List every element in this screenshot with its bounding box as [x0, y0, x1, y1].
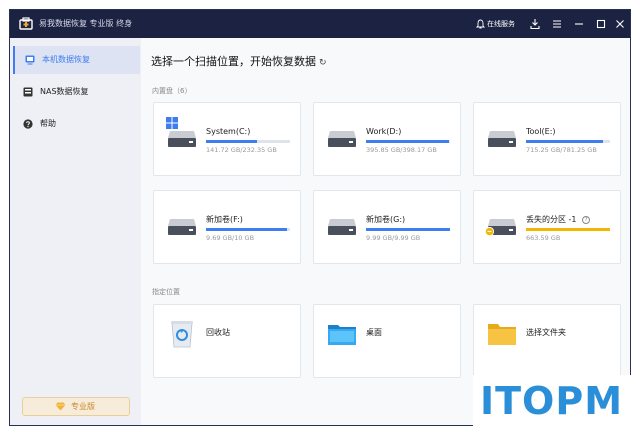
drive-name: Tool(E:) [526, 127, 556, 136]
pro-edition-button[interactable]: 专业版 [22, 397, 130, 416]
location-name: 回收站 [206, 328, 230, 337]
drive-usage-fill [526, 228, 610, 231]
drive-size: 395.85 GB/398.17 GB [366, 146, 437, 154]
minimize-icon[interactable] [572, 17, 586, 31]
app-logo-icon [19, 17, 33, 30]
diamond-icon [55, 402, 66, 411]
pro-edition-label: 专业版 [71, 402, 95, 411]
drive-card-c[interactable]: System(C:) 141.72 GB/232.35 GB [153, 102, 301, 176]
app-window: 易我数据恢复 专业版 终身 在线服务 本机数据恢复 NAS数据恢复 帮助 专业版… [9, 9, 631, 426]
drive-card-g[interactable]: 新加卷(G:) 9.99 GB/9.99 GB [313, 190, 461, 264]
pc-icon [25, 55, 35, 65]
location-name: 选择文件夹 [526, 328, 566, 337]
sidebar-item-nas-recovery[interactable]: NAS数据恢复 [13, 78, 140, 106]
location-card-recycle-bin[interactable]: 回收站 [153, 304, 301, 378]
folder-icon [488, 324, 516, 345]
refresh-icon[interactable]: ↻ [319, 55, 327, 71]
maximize-icon[interactable] [594, 17, 608, 31]
drive-usage-fill [206, 228, 288, 231]
drive-size: 9.69 GB/10 GB [206, 234, 255, 242]
location-card-select-folder[interactable]: 选择文件夹 [473, 304, 621, 378]
drive-usage-fill [526, 140, 604, 143]
watermark-text: ITOPM [480, 379, 624, 423]
menu-icon[interactable] [550, 17, 564, 31]
drive-usage-bar [526, 140, 610, 143]
hard-drive-icon [328, 131, 356, 147]
sidebar-item-label: 帮助 [40, 119, 56, 128]
drive-usage-fill [366, 140, 450, 143]
watermark: ITOPM [473, 375, 631, 429]
drive-name: 新加卷(G:) [366, 215, 406, 224]
drive-name: Work(D:) [366, 127, 402, 136]
drive-usage-bar [206, 140, 290, 143]
sidebar-item-help[interactable]: 帮助 [13, 110, 140, 138]
location-name: 桌面 [366, 328, 382, 337]
sidebar-item-label: 本机数据恢复 [42, 55, 90, 64]
windows-icon [166, 117, 178, 129]
drive-size: 9.99 GB/9.99 GB [366, 234, 421, 242]
drive-name: 丢失的分区 -1 ? [526, 214, 591, 226]
hard-drive-icon [168, 131, 196, 147]
online-service-link[interactable]: 在线服务 [487, 16, 515, 32]
hard-drive-icon [488, 131, 516, 147]
drive-name: 新加卷(F:) [206, 215, 243, 224]
download-icon[interactable] [528, 17, 542, 31]
main-panel: 选择一个扫描位置，开始恢复数据 ↻ 内置盘（6） System(C:) 141.7… [141, 38, 630, 425]
sidebar: 本机数据恢复 NAS数据恢复 帮助 专业版 [10, 38, 141, 425]
drive-size: 715.25 GB/781.25 GB [526, 146, 597, 154]
drive-card-lost-partition[interactable]: 丢失的分区 -1 ? 663.59 GB [473, 190, 621, 264]
close-icon[interactable] [613, 17, 627, 31]
sidebar-item-local-recovery[interactable]: 本机数据恢复 [13, 46, 140, 74]
internal-disks-label: 内置盘（6） [152, 87, 192, 95]
drive-name: System(C:) [206, 127, 251, 136]
help-icon[interactable]: ? [582, 216, 591, 224]
drive-card-f[interactable]: 新加卷(F:) 9.69 GB/10 GB [153, 190, 301, 264]
specified-locations-label: 指定位置 [152, 288, 180, 296]
drive-size: 141.72 GB/232.35 GB [206, 146, 277, 154]
lost-partition-icon [485, 227, 494, 236]
bell-icon [476, 19, 485, 29]
drive-card-d[interactable]: Work(D:) 395.85 GB/398.17 GB [313, 102, 461, 176]
location-card-desktop[interactable]: 桌面 [313, 304, 461, 378]
drive-size: 663.59 GB [526, 234, 561, 242]
recycle-bin-icon [171, 321, 193, 348]
page-title: 选择一个扫描位置，开始恢复数据 ↻ [151, 54, 327, 71]
nas-icon [23, 87, 33, 97]
drive-usage-bar [526, 228, 610, 231]
title-bar: 易我数据恢复 专业版 终身 在线服务 [10, 10, 630, 38]
drive-card-e[interactable]: Tool(E:) 715.25 GB/781.25 GB [473, 102, 621, 176]
desktop-icon [328, 325, 356, 345]
drive-usage-fill [206, 140, 258, 143]
hard-drive-icon [328, 219, 356, 235]
app-title: 易我数据恢复 专业版 终身 [39, 19, 133, 28]
help-icon [23, 119, 33, 129]
drive-usage-bar [366, 228, 450, 231]
hard-drive-icon [168, 219, 196, 235]
drive-usage-fill [366, 228, 450, 231]
drive-usage-bar [366, 140, 450, 143]
drive-usage-bar [206, 228, 290, 231]
sidebar-item-label: NAS数据恢复 [40, 87, 89, 96]
